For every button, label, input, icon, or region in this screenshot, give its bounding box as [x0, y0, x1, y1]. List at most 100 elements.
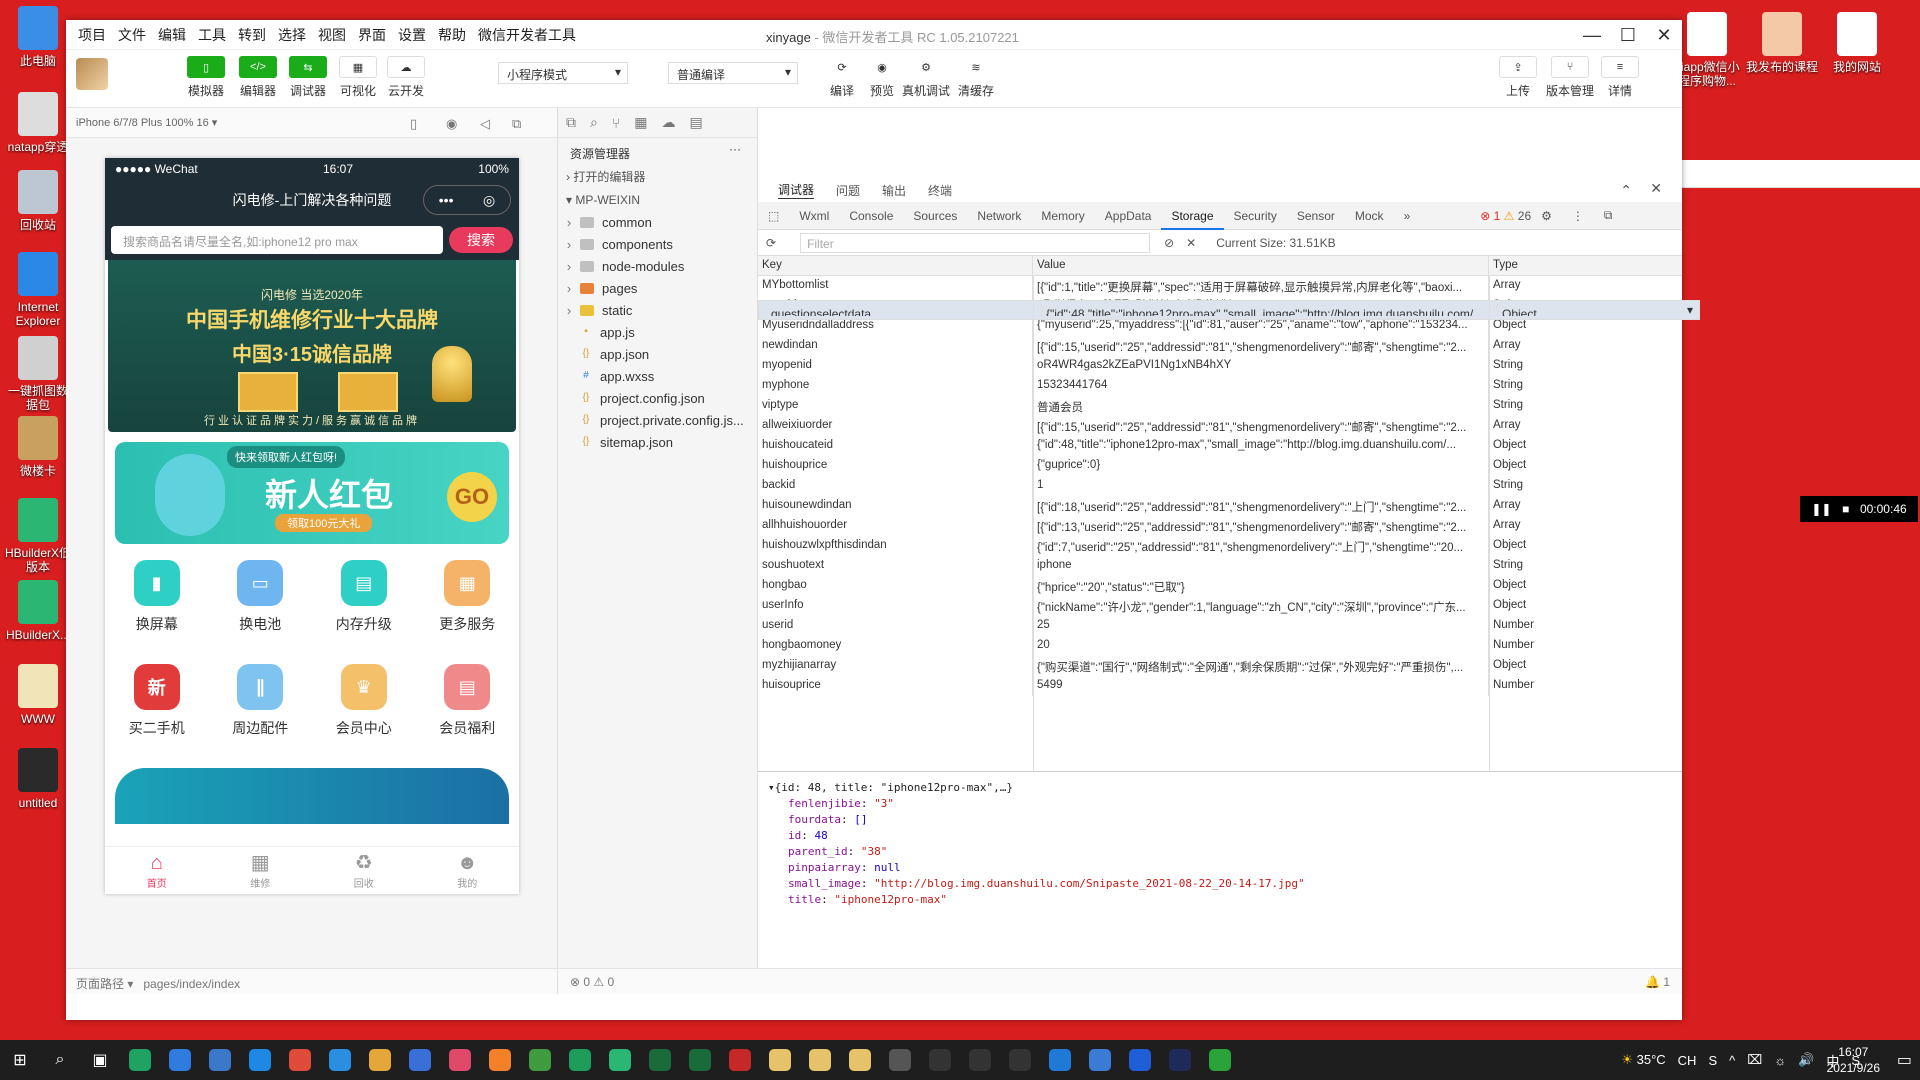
menu-item[interactable]: 工具 [198, 27, 226, 43]
table-row[interactable]: questionselectdata {"id":48,"title":"ipho… [758, 300, 1700, 320]
table-row[interactable]: myzhijianarray {"购买渠道":"国行","网络制式":"全网通",… [758, 656, 1682, 676]
more-icon[interactable]: ··· [729, 142, 741, 156]
phone-icon[interactable]: ▯ [410, 116, 417, 132]
detach-icon[interactable]: ⧉ [512, 116, 521, 132]
panel-tab[interactable]: Console [839, 209, 903, 223]
service-item[interactable]: ▤ 内存升级 [312, 560, 416, 664]
taskbar-app-icon[interactable] [1080, 1040, 1120, 1080]
toolbar-button[interactable]: ≋ 清缓存 [952, 56, 1000, 99]
minimize-button[interactable]: — [1574, 20, 1610, 50]
toolbar-button[interactable]: ⇪ 上传 [1494, 56, 1542, 99]
promo-image[interactable] [115, 768, 509, 824]
taskbar-app-icon[interactable] [960, 1040, 1000, 1080]
toolbar-button[interactable]: ▯ 模拟器 [182, 56, 230, 99]
panel-tab[interactable]: Security [1224, 209, 1287, 223]
toolbar-button[interactable]: ⚙ 真机调试 [902, 56, 950, 99]
column-header[interactable]: Key [758, 256, 1033, 275]
brand-banner[interactable]: 闪电修 当选2020年 中国手机维修行业十大品牌 中国3·15诚信品牌 行业认证… [108, 260, 516, 432]
taskbar-app-icon[interactable] [400, 1040, 440, 1080]
notification-icon[interactable]: ▭ [1897, 1050, 1912, 1070]
panel-tab[interactable]: Memory [1031, 209, 1094, 223]
menu-item[interactable]: 帮助 [438, 27, 466, 43]
menu-item[interactable]: 界面 [358, 27, 386, 43]
panel-tab[interactable]: Network [967, 209, 1031, 223]
tray-icon[interactable]: ☼ [1774, 1053, 1786, 1068]
mode-select[interactable]: 小程序模式 [498, 62, 628, 84]
service-item[interactable]: 新买二手机 [105, 664, 209, 768]
dock-icon[interactable]: ⧉ [1594, 208, 1623, 223]
desktop-icon[interactable]: 我的网站 [1820, 12, 1894, 74]
preview-head[interactable]: ▾{id: 48, title: "iphone12pro-max",…} [768, 780, 1672, 796]
table-row[interactable]: soushuotext iphone String [758, 556, 1682, 576]
weather[interactable]: ☀ 35°C [1621, 1052, 1665, 1068]
taskbar-app-icon[interactable] [600, 1040, 640, 1080]
taskbar-app-icon[interactable] [640, 1040, 680, 1080]
toolbar-button[interactable]: ☁ 云开发 [382, 56, 430, 99]
panel-tab[interactable]: Sensor [1287, 209, 1345, 223]
close-panel-icon[interactable]: ✕ [1650, 180, 1662, 197]
git-icon[interactable]: ⑂ [612, 115, 620, 131]
menu-item[interactable]: 选择 [278, 27, 306, 43]
table-row[interactable]: huisounewdindan [{"id":18,"userid":"25","… [758, 496, 1682, 516]
table-row[interactable]: viptype 普通会员 String [758, 396, 1682, 416]
tray-icon[interactable]: 🔊 [1798, 1052, 1814, 1068]
menu-item[interactable]: 项目 [78, 27, 106, 43]
taskbar-app-icon[interactable] [840, 1040, 880, 1080]
taskbar-app-icon[interactable] [920, 1040, 960, 1080]
device-select[interactable]: iPhone 6/7/8 Plus 100% 16 ▾ [76, 117, 217, 129]
tree-item[interactable]: {} sitemap.json [558, 431, 757, 453]
taskbar-app-icon[interactable] [200, 1040, 240, 1080]
desktop-icon[interactable]: 一键抓图数据包 [4, 336, 72, 412]
table-row[interactable]: huishouprice {"guprice":0} Object [758, 456, 1682, 476]
service-item[interactable]: ♛ 会员中心 [312, 664, 416, 768]
taskbar-app-icon[interactable] [560, 1040, 600, 1080]
close-button[interactable]: ✕ [1646, 20, 1682, 50]
cloud-icon[interactable]: ☁ [661, 114, 675, 131]
tab-0[interactable]: ⌂ 首页 [105, 847, 209, 894]
record-icon[interactable]: ◉ [446, 116, 457, 132]
tree-item[interactable]: {} app.json [558, 343, 757, 365]
toolbar-button[interactable]: ⇆ 调试器 [284, 56, 332, 99]
table-row[interactable]: newdindan [{"id":15,"userid":"25","addres… [758, 336, 1682, 356]
taskbar-app-icon[interactable] [720, 1040, 760, 1080]
toolbar-button[interactable]: ◉ 预览 [858, 56, 906, 99]
panel-tab[interactable]: Mock [1345, 209, 1394, 223]
stop-icon[interactable]: ■ [1842, 502, 1849, 516]
page-path-label[interactable]: 页面路径 ▾ [76, 977, 133, 991]
issue-badges[interactable]: ⊗ 1 ⚠ 26 [1480, 209, 1531, 223]
collapse-icon[interactable]: ⌃ [1620, 182, 1632, 199]
search-input[interactable]: 搜索商品名请尽量全名,如:iphone12 pro max [111, 226, 443, 254]
tray-icon[interactable]: CH [1678, 1053, 1697, 1068]
new-user-redpack-banner[interactable]: 快来领取新人红包呀! 新人红包 领取100元大礼 GO [115, 442, 509, 544]
desktop-icon[interactable]: 回收站 [4, 170, 72, 232]
capsule-menu[interactable]: ••• ◎ [423, 185, 511, 215]
menu-item[interactable]: 设置 [398, 27, 426, 43]
devtools-head-tab[interactable]: 输出 [882, 182, 906, 199]
taskbar-app-icon[interactable] [280, 1040, 320, 1080]
tree-item[interactable]: ▪ app.js [558, 321, 757, 343]
table-row[interactable]: userid 25 Number [758, 616, 1682, 636]
taskbar-app-icon[interactable] [1040, 1040, 1080, 1080]
go-button[interactable]: GO [447, 472, 497, 522]
search-button[interactable]: 搜索 [449, 227, 513, 253]
taskbar-app-icon[interactable] [680, 1040, 720, 1080]
column-header[interactable]: Value [1033, 256, 1489, 275]
search-icon[interactable]: ⌕ [40, 1040, 80, 1080]
delete-icon[interactable]: ✕ [1186, 236, 1196, 250]
desktop-icon[interactable]: 微楼卡 [4, 416, 72, 478]
table-row[interactable]: userInfo {"nickName":"许小龙","gender":1,"la… [758, 596, 1682, 616]
project-section[interactable]: ▾ MP-WEIXIN [558, 189, 757, 211]
compile-select[interactable]: 普通编译 [668, 62, 798, 84]
devtools-head-tab[interactable]: 终端 [928, 182, 952, 199]
panel-tab[interactable]: Wxml [789, 209, 839, 223]
panel-tab[interactable]: Sources [903, 209, 967, 223]
devtools-head-tab[interactable]: 调试器 [778, 181, 815, 199]
taskbar-app-icon[interactable] [480, 1040, 520, 1080]
volume-icon[interactable]: ◁ [480, 116, 490, 132]
table-row[interactable]: allweixiuorder [{"id":15,"userid":"25","a… [758, 416, 1682, 436]
menu-item[interactable]: 文件 [118, 27, 146, 43]
table-row[interactable]: huishoucateid {"id":48,"title":"iphone12p… [758, 436, 1682, 456]
table-row[interactable]: huisouprice 5499 Number [758, 676, 1682, 696]
taskbar-app-icon[interactable] [880, 1040, 920, 1080]
taskbar-app-icon[interactable] [1160, 1040, 1200, 1080]
